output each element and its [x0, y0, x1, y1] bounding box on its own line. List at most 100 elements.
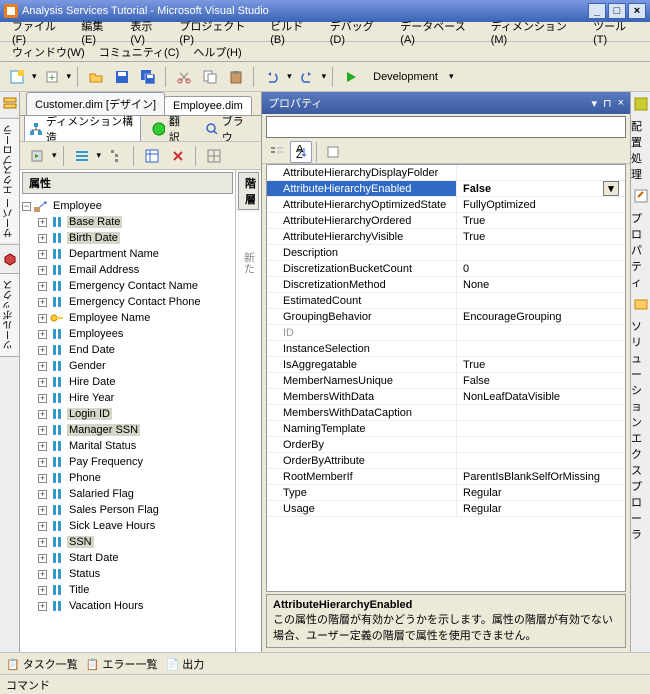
start-button[interactable]: [340, 66, 362, 88]
property-row[interactable]: TypeRegular: [267, 485, 625, 501]
cut-button[interactable]: [173, 66, 195, 88]
add-item-button[interactable]: +: [41, 66, 63, 88]
property-row[interactable]: NamingTemplate: [267, 421, 625, 437]
tree-item[interactable]: +Sales Person Flag: [22, 502, 229, 518]
server-explorer-tab[interactable]: サーバー エクスプローラ: [0, 118, 20, 245]
tree-item[interactable]: +Employees: [22, 326, 229, 342]
tree-item[interactable]: +Login ID: [22, 406, 229, 422]
tree-item[interactable]: +Birth Date: [22, 230, 229, 246]
property-row[interactable]: AttributeHierarchyDisplayFolder: [267, 165, 625, 181]
property-pages-button[interactable]: [322, 141, 344, 163]
tree-item[interactable]: +Vacation Hours: [22, 598, 229, 614]
property-row[interactable]: ID: [267, 325, 625, 341]
process-button[interactable]: [26, 145, 48, 167]
menu-build[interactable]: ビルド(B): [264, 17, 321, 47]
property-value[interactable]: Regular: [457, 501, 625, 517]
property-row[interactable]: MembersWithDataNonLeafDataVisible: [267, 389, 625, 405]
tree-root[interactable]: −Employee: [22, 198, 229, 214]
alphabetical-button[interactable]: AZ: [290, 141, 312, 163]
property-row[interactable]: IsAggregatableTrue: [267, 357, 625, 373]
attributes-tree[interactable]: −Employee+Base Rate+Birth Date+Departmen…: [20, 196, 235, 652]
properties-grid[interactable]: AttributeHierarchyDisplayFolderAttribute…: [266, 164, 626, 592]
tree-item[interactable]: +Emergency Contact Name: [22, 278, 229, 294]
property-value[interactable]: [457, 421, 625, 437]
property-row[interactable]: AttributeHierarchyVisibleTrue: [267, 229, 625, 245]
undo-button[interactable]: [261, 66, 283, 88]
tree-item[interactable]: +Employee Name: [22, 310, 229, 326]
pin-icon[interactable]: ⊓: [603, 97, 612, 110]
tree-item[interactable]: +Status: [22, 566, 229, 582]
property-value[interactable]: [457, 437, 625, 453]
tab-employee[interactable]: Employee.dim: [164, 96, 252, 115]
property-value[interactable]: True: [457, 357, 625, 373]
save-all-button[interactable]: [137, 66, 159, 88]
properties-icon[interactable]: [633, 188, 649, 204]
property-row[interactable]: DiscretizationBucketCount0: [267, 261, 625, 277]
property-row[interactable]: AttributeHierarchyOrderedTrue: [267, 213, 625, 229]
tree-item[interactable]: +End Date: [22, 342, 229, 358]
tree-item[interactable]: +Salaried Flag: [22, 486, 229, 502]
property-value[interactable]: [457, 245, 625, 261]
menu-database[interactable]: データベース(A): [394, 17, 482, 47]
menu-help[interactable]: ヘルプ(H): [187, 43, 247, 61]
property-value[interactable]: EncourageGrouping: [457, 309, 625, 325]
server-explorer-icon[interactable]: [2, 96, 18, 112]
show-grid-button[interactable]: [203, 145, 225, 167]
property-row[interactable]: AttributeHierarchyEnabledFalse▾: [267, 181, 625, 197]
property-value[interactable]: None: [457, 277, 625, 293]
properties-object-selector[interactable]: [266, 116, 626, 138]
property-row[interactable]: MembersWithDataCaption: [267, 405, 625, 421]
save-button[interactable]: [111, 66, 133, 88]
view-list-button[interactable]: [71, 145, 93, 167]
menu-tools[interactable]: ツール(T): [587, 17, 644, 47]
tree-item[interactable]: +Hire Date: [22, 374, 229, 390]
property-row[interactable]: OrderBy: [267, 437, 625, 453]
solution-icon[interactable]: [633, 296, 649, 312]
copy-button[interactable]: [199, 66, 221, 88]
close-panel-icon[interactable]: ×: [618, 97, 624, 110]
property-row[interactable]: RootMemberIfParentIsBlankSelfOrMissing: [267, 469, 625, 485]
properties-tab[interactable]: プロパティ: [631, 210, 650, 290]
property-value[interactable]: True: [457, 229, 625, 245]
property-value[interactable]: False▾: [457, 181, 625, 197]
property-row[interactable]: UsageRegular: [267, 501, 625, 517]
deploy-tab[interactable]: 配置処理: [631, 118, 650, 182]
tree-item[interactable]: +Base Rate: [22, 214, 229, 230]
tree-item[interactable]: +Email Address: [22, 262, 229, 278]
property-row[interactable]: Description: [267, 245, 625, 261]
property-value[interactable]: [457, 341, 625, 357]
table-button[interactable]: [141, 145, 163, 167]
tree-item[interactable]: +Emergency Contact Phone: [22, 294, 229, 310]
paste-button[interactable]: [225, 66, 247, 88]
config-dropdown[interactable]: Development: [366, 68, 445, 86]
property-value[interactable]: [457, 453, 625, 469]
tree-item[interactable]: +Manager SSN: [22, 422, 229, 438]
tree-item[interactable]: +Hire Year: [22, 390, 229, 406]
menu-dimension[interactable]: ディメンション(M): [485, 17, 585, 47]
toolbox-tab[interactable]: ツールボックス: [0, 273, 20, 357]
toolbox-icon[interactable]: [2, 251, 18, 267]
property-value[interactable]: True: [457, 213, 625, 229]
property-row[interactable]: AttributeHierarchyOptimizedStateFullyOpt…: [267, 197, 625, 213]
tree-item[interactable]: +Sick Leave Hours: [22, 518, 229, 534]
property-value[interactable]: ParentIsBlankSelfOrMissing: [457, 469, 625, 485]
tree-item[interactable]: +Gender: [22, 358, 229, 374]
redo-button[interactable]: [296, 66, 318, 88]
property-row[interactable]: MemberNamesUniqueFalse: [267, 373, 625, 389]
property-row[interactable]: OrderByAttribute: [267, 453, 625, 469]
solution-tab[interactable]: ソリューション エクスプローラ: [631, 318, 650, 542]
property-value[interactable]: [457, 293, 625, 309]
new-project-button[interactable]: [6, 66, 28, 88]
delete-button[interactable]: [167, 145, 189, 167]
menu-debug[interactable]: デバッグ(D): [324, 17, 393, 47]
categorized-button[interactable]: [266, 141, 288, 163]
property-value[interactable]: NonLeafDataVisible: [457, 389, 625, 405]
tree-item[interactable]: +Pay Frequency: [22, 454, 229, 470]
dropdown-button[interactable]: ▾: [603, 181, 619, 196]
tree-item[interactable]: +Marital Status: [22, 438, 229, 454]
property-row[interactable]: GroupingBehaviorEncourageGrouping: [267, 309, 625, 325]
deploy-icon[interactable]: [633, 96, 649, 112]
tree-item[interactable]: +Start Date: [22, 550, 229, 566]
subtab-structure[interactable]: ディメンション構造: [24, 116, 141, 142]
property-row[interactable]: InstanceSelection: [267, 341, 625, 357]
